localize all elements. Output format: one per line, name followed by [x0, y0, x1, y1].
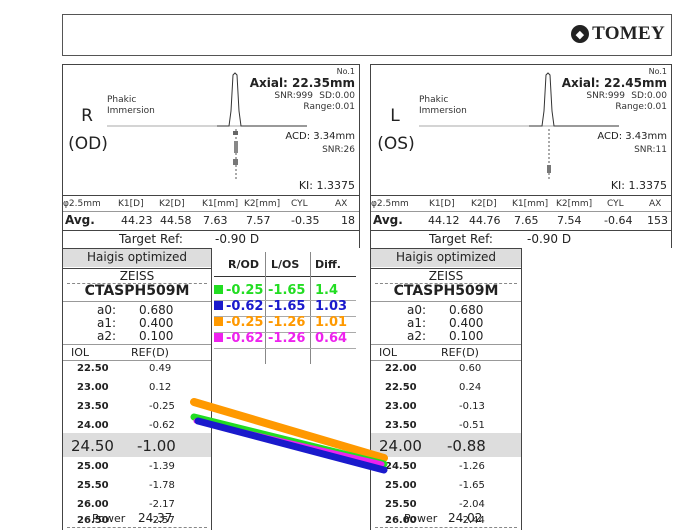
annotation-lines [190, 398, 388, 474]
